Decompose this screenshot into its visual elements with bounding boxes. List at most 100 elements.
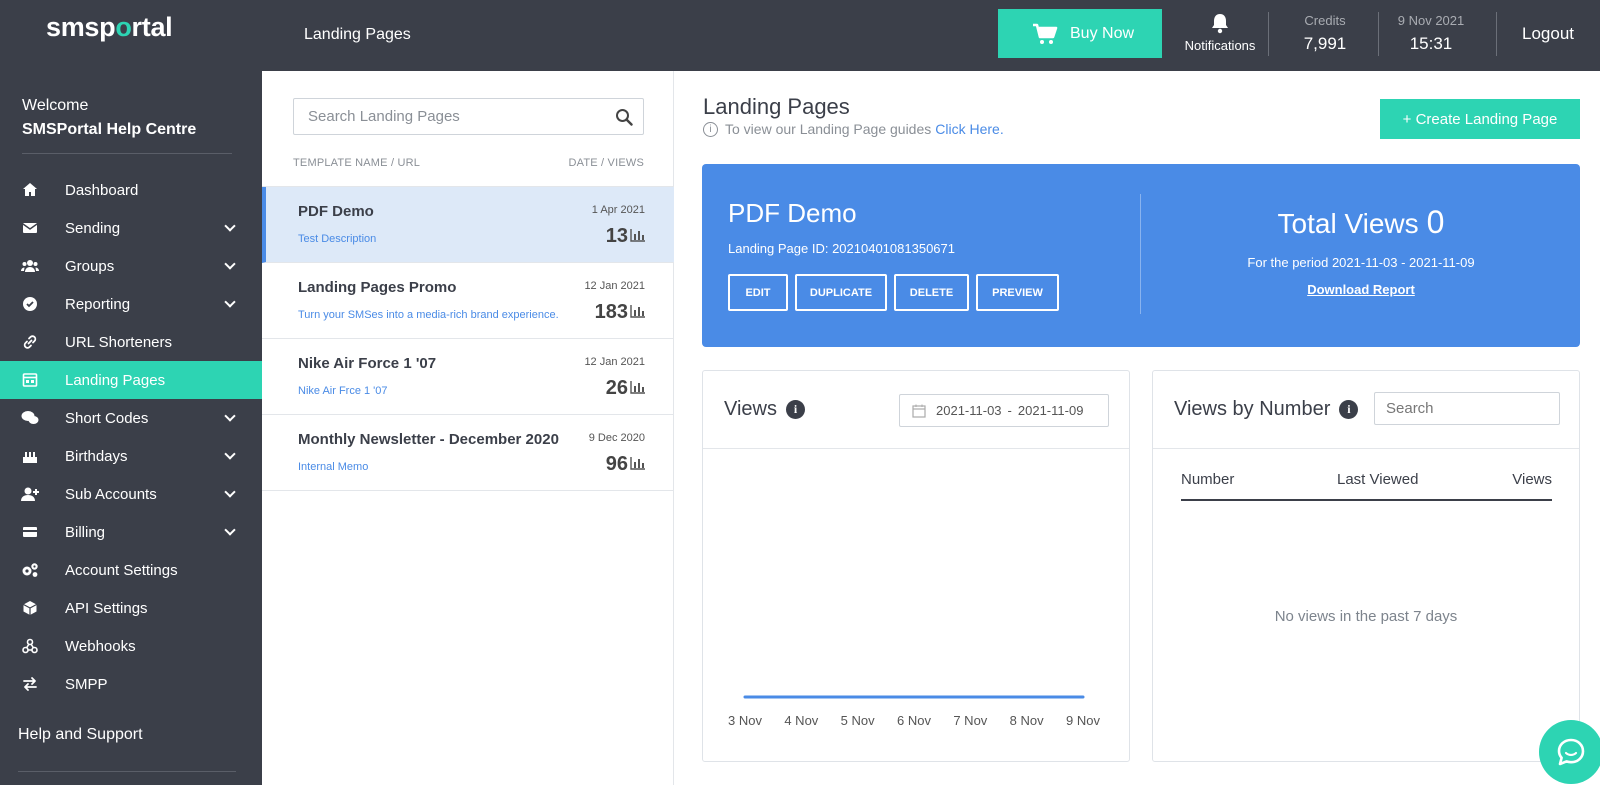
- landing-page-views: 26: [605, 377, 628, 399]
- info-icon[interactable]: i: [1339, 400, 1359, 419]
- duplicate-button[interactable]: DUPLICATE: [795, 274, 887, 311]
- chevron-down-icon[interactable]: [224, 410, 236, 422]
- credits-value: 7,991: [1303, 34, 1347, 53]
- help-and-support-link[interactable]: Help and Support: [18, 726, 143, 744]
- create-landing-page-button[interactable]: + Create Landing Page: [1380, 99, 1580, 139]
- sidebar-item-reporting[interactable]: Reporting: [0, 285, 262, 323]
- views-by-number-search-input[interactable]: [1375, 393, 1559, 424]
- landing-page-date: 12 Jan 2021: [584, 280, 645, 292]
- date-to: 2021-11-09: [1017, 403, 1084, 418]
- sidebar-item-sending[interactable]: Sending: [0, 209, 262, 247]
- sidebar-item-label: Groups: [65, 257, 115, 275]
- sidebar-item-label: API Settings: [65, 599, 148, 617]
- x-tick-label: 9 Nov: [1066, 713, 1100, 728]
- chevron-down-icon[interactable]: [224, 258, 236, 270]
- landing-page-search-input[interactable]: [294, 99, 594, 134]
- envelope-icon: [21, 219, 39, 237]
- landing-pages-list-panel: TEMPLATE NAME / URL DATE / VIEWS PDF Dem…: [262, 71, 674, 785]
- chat-icon: [1557, 738, 1585, 766]
- landing-page-row[interactable]: Landing Pages Promo Turn your SMSes into …: [262, 263, 674, 339]
- views-by-number-header: Views by Number i: [1153, 371, 1579, 449]
- column-number[interactable]: Number: [1181, 471, 1234, 488]
- landing-page-views: 13: [605, 225, 628, 247]
- sidebar-item-billing[interactable]: Billing: [0, 513, 262, 551]
- notifications-button[interactable]: Notifications: [1180, 12, 1260, 53]
- exchange-icon: [21, 675, 39, 693]
- chevron-down-icon[interactable]: [224, 524, 236, 536]
- sidebar-item-url-shorteners[interactable]: URL Shorteners: [0, 323, 262, 361]
- guide-link[interactable]: Click Here.: [935, 121, 1003, 137]
- chevron-down-icon[interactable]: [224, 220, 236, 232]
- sidebar-item-sub-accounts[interactable]: Sub Accounts: [0, 475, 262, 513]
- views-table-header: Number Last Viewed Views: [1181, 471, 1552, 501]
- webhook-icon: [21, 637, 39, 655]
- sidebar-item-landing-pages[interactable]: Landing Pages: [0, 361, 262, 399]
- landing-page-row[interactable]: PDF Demo Test Description 1 Apr 2021 13: [262, 187, 674, 263]
- sidebar-item-label: Billing: [65, 523, 106, 541]
- landing-page-date: 1 Apr 2021: [591, 204, 645, 216]
- column-template-name: TEMPLATE NAME / URL: [293, 157, 421, 169]
- sidebar-item-dashboard[interactable]: Dashboard: [0, 171, 262, 209]
- guide-note: i To view our Landing Page guides Click …: [703, 121, 1004, 137]
- download-report-link[interactable]: Download Report: [1142, 282, 1580, 297]
- views-by-number-card: Views by Number i Number Last Viewed View…: [1152, 370, 1580, 762]
- credits-label: Credits: [1304, 13, 1346, 28]
- info-icon[interactable]: i: [786, 400, 805, 419]
- views-title-text: Views: [724, 398, 777, 420]
- views-data-point: [1025, 695, 1029, 699]
- cube-icon: [21, 599, 39, 617]
- chevron-down-icon[interactable]: [224, 296, 236, 308]
- views-card-title: Views i: [724, 398, 805, 421]
- smsportal-logo[interactable]: smsportal: [46, 12, 173, 43]
- landing-page-row[interactable]: Nike Air Force 1 '07 Nike Air Frce 1 '07 1…: [262, 339, 674, 415]
- preview-button[interactable]: PREVIEW: [976, 274, 1059, 311]
- logout-button[interactable]: Logout: [1522, 24, 1574, 44]
- landing-page-name: PDF Demo: [728, 198, 857, 228]
- landing-page-search: [293, 98, 644, 135]
- sidebar-item-account-settings[interactable]: Account Settings: [0, 551, 262, 589]
- sidebar-item-api-settings[interactable]: API Settings: [0, 589, 262, 627]
- column-views[interactable]: Views: [1512, 471, 1552, 488]
- views-card: Views i 2021-11-03 - 2021-11-09 3 Nov 4 No…: [702, 370, 1130, 762]
- topbar-divider: [1496, 12, 1497, 56]
- views-data-point: [799, 695, 803, 699]
- sidebar-item-label: Webhooks: [65, 637, 136, 655]
- sidebar-item-groups[interactable]: Groups: [0, 247, 262, 285]
- search-icon[interactable]: [615, 108, 633, 126]
- page-title: Landing Pages: [304, 26, 411, 43]
- landing-page-title: PDF Demo: [298, 203, 374, 220]
- sidebar-item-label: Account Settings: [65, 561, 178, 579]
- edit-button[interactable]: EDIT: [728, 274, 788, 311]
- bar-chart-icon[interactable]: [630, 457, 645, 470]
- bar-chart-icon[interactable]: [630, 381, 645, 394]
- sidebar-item-birthdays[interactable]: Birthdays: [0, 437, 262, 475]
- sidebar-item-label: Birthdays: [65, 447, 128, 465]
- sidebar-nav: Dashboard Sending Groups Reporting URL Short…: [0, 171, 262, 703]
- sidebar-item-smpp[interactable]: SMPP: [0, 665, 262, 703]
- current-date: 9 Nov 2021: [1397, 13, 1465, 28]
- landing-page-description: Turn your SMSes into a media-rich brand …: [298, 309, 559, 321]
- notifications-label: Notifications: [1184, 38, 1256, 53]
- home-icon: [21, 181, 39, 199]
- welcome-label: Welcome: [22, 97, 89, 114]
- chat-widget-button[interactable]: [1539, 720, 1600, 784]
- buy-now-button[interactable]: Buy Now: [998, 9, 1162, 58]
- sidebar-item-short-codes[interactable]: Short Codes: [0, 399, 262, 437]
- views-data-point: [743, 695, 747, 699]
- empty-state-message: No views in the past 7 days: [1274, 608, 1458, 625]
- bar-chart-icon[interactable]: [630, 229, 645, 242]
- landing-page-views: 96: [605, 453, 628, 475]
- views-by-number-search: [1374, 392, 1560, 425]
- column-last-viewed[interactable]: Last Viewed: [1337, 471, 1418, 488]
- chevron-down-icon[interactable]: [224, 486, 236, 498]
- report-icon: [21, 295, 39, 313]
- date-range-picker[interactable]: 2021-11-03 - 2021-11-09: [899, 394, 1109, 427]
- landing-page-row[interactable]: Monthly Newsletter - December 2020 Intern…: [262, 415, 674, 491]
- landing-page-title: Nike Air Force 1 '07: [298, 355, 437, 372]
- delete-button[interactable]: DELETE: [894, 274, 969, 311]
- bar-chart-icon[interactable]: [630, 305, 645, 318]
- chevron-down-icon[interactable]: [224, 448, 236, 460]
- sidebar-item-webhooks[interactable]: Webhooks: [0, 627, 262, 665]
- sidebar: smsportal Welcome SMSPortal Help Centre …: [0, 0, 262, 785]
- landing-page-date: 9 Dec 2020: [588, 432, 645, 444]
